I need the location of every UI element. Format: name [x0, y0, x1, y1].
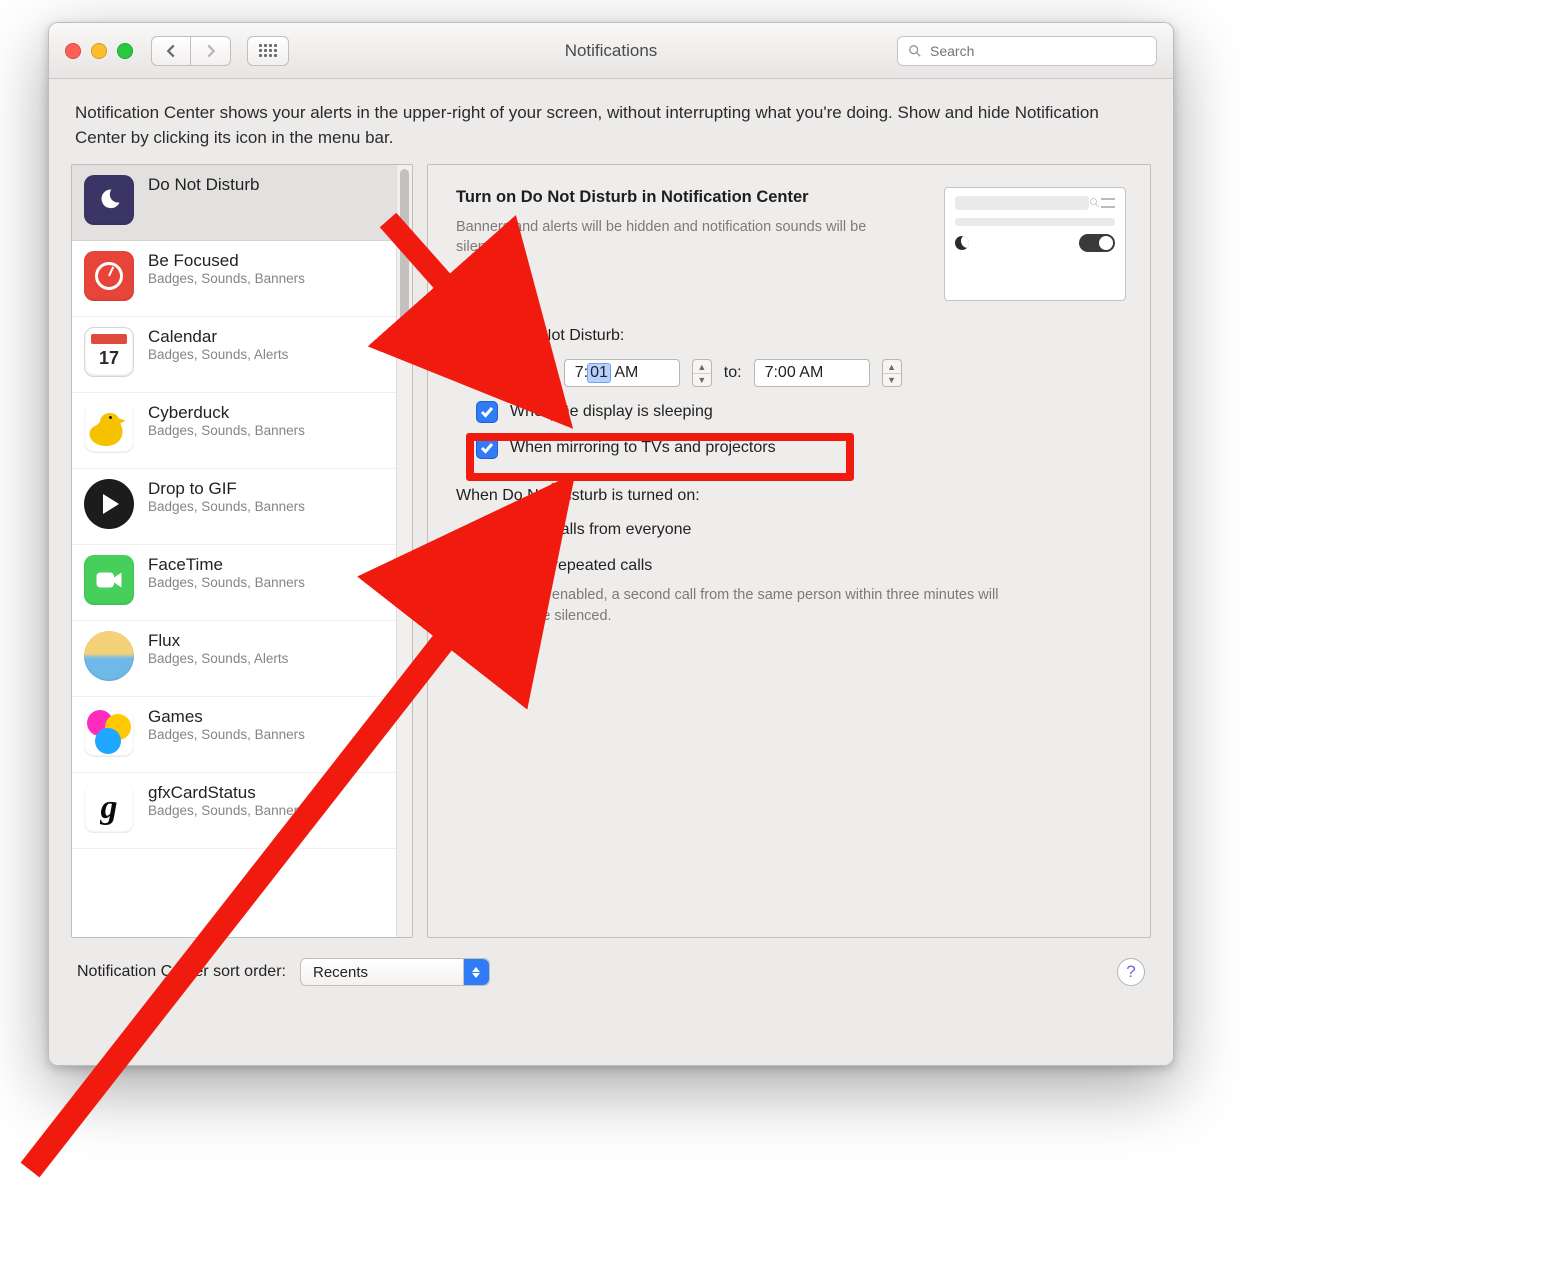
close-window-button[interactable]	[65, 43, 81, 59]
app-name: Calendar	[148, 327, 288, 347]
app-list[interactable]: Do Not DisturbBe FocusedBadges, Sounds, …	[71, 164, 413, 938]
check-icon	[480, 441, 494, 455]
zoom-window-button[interactable]	[117, 43, 133, 59]
chevrons-up-down-icon	[463, 959, 489, 985]
mirroring-row: When mirroring to TVs and projectors	[456, 437, 1126, 459]
app-name: Flux	[148, 631, 288, 651]
sort-order-label: Notification Center sort order:	[77, 963, 286, 981]
detail-heading: Turn on Do Not Disturb in Notification C…	[456, 187, 926, 208]
app-sub: Badges, Sounds, Banners	[148, 271, 305, 286]
to-time-stepper[interactable]: ▲▼	[882, 359, 902, 387]
app-name: Do Not Disturb	[148, 175, 259, 195]
facetime-icon	[84, 555, 134, 605]
app-list-item[interactable]: GamesBadges, Sounds, Banners	[72, 697, 396, 773]
moon-icon	[955, 236, 969, 250]
sleeping-checkbox[interactable]	[476, 401, 498, 423]
drop-icon	[84, 479, 134, 529]
list-icon	[1101, 198, 1115, 208]
g-icon: g	[84, 783, 134, 833]
flux-icon	[84, 631, 134, 681]
turn-on-label: Turn on Do Not Disturb:	[456, 327, 1126, 345]
app-name: FaceTime	[148, 555, 305, 575]
search-icon	[1089, 197, 1101, 209]
show-all-prefpanes-button[interactable]	[247, 36, 289, 66]
mirroring-label: When mirroring to TVs and projectors	[510, 439, 776, 457]
intro-text: Notification Center shows your alerts in…	[71, 95, 1151, 164]
check-icon	[480, 405, 494, 419]
titlebar: Notifications	[49, 23, 1173, 79]
app-name: Be Focused	[148, 251, 305, 271]
forward-button[interactable]	[191, 36, 231, 66]
grid-icon	[259, 44, 277, 57]
sort-order-value: Recents	[313, 964, 368, 981]
search-field[interactable]	[897, 36, 1157, 66]
allow-everyone-row: Allow calls from everyone	[456, 519, 1126, 541]
allow-repeated-label: Allow repeated calls	[510, 557, 652, 575]
app-list-item[interactable]: g gfxCardStatusBadges, Sounds, Banners	[72, 773, 396, 849]
app-list-item[interactable]: Be FocusedBadges, Sounds, Banners	[72, 241, 396, 317]
duck-icon	[84, 403, 134, 453]
from-time-field[interactable]: 7:01 AM	[564, 359, 680, 387]
dnd-icon	[84, 175, 134, 225]
befocused-icon	[84, 251, 134, 301]
chevron-right-icon	[204, 44, 218, 58]
calendar-icon: 17	[84, 327, 134, 377]
back-button[interactable]	[151, 36, 191, 66]
allow-repeated-row: Allow repeated calls	[456, 555, 1126, 577]
app-sub: Badges, Sounds, Banners	[148, 499, 305, 514]
app-list-item[interactable]: 17 CalendarBadges, Sounds, Alerts	[72, 317, 396, 393]
repeated-note: When enabled, a second call from the sam…	[456, 585, 1016, 626]
help-button[interactable]: ?	[1117, 958, 1145, 986]
app-list-item[interactable]: Drop to GIFBadges, Sounds, Banners	[72, 469, 396, 545]
app-list-item[interactable]: CyberduckBadges, Sounds, Banners	[72, 393, 396, 469]
chevron-left-icon	[164, 44, 178, 58]
scrollbar-track[interactable]	[396, 165, 412, 937]
app-sub: Badges, Sounds, Alerts	[148, 347, 288, 362]
when-on-label: When Do Not Disturb is turned on:	[456, 487, 1126, 505]
allow-everyone-label: Allow calls from everyone	[510, 521, 691, 539]
to-time-field[interactable]: 7:00 AM	[754, 359, 870, 387]
app-name: gfxCardStatus	[148, 783, 305, 803]
to-label: to:	[724, 364, 742, 382]
app-list-item[interactable]: FluxBadges, Sounds, Alerts	[72, 621, 396, 697]
from-checkbox[interactable]	[476, 362, 498, 384]
notification-center-preview	[944, 187, 1126, 301]
app-sub: Badges, Sounds, Alerts	[148, 651, 288, 666]
app-name: Games	[148, 707, 305, 727]
detail-subheading: Banners and alerts will be hidden and no…	[456, 217, 926, 258]
allow-everyone-checkbox[interactable]	[476, 519, 498, 541]
scrollbar-thumb[interactable]	[400, 169, 409, 359]
search-input[interactable]	[930, 43, 1146, 59]
app-sub: Badges, Sounds, Banners	[148, 423, 305, 438]
app-list-item[interactable]: FaceTimeBadges, Sounds, Banners	[72, 545, 396, 621]
sleeping-row: When the display is sleeping	[456, 401, 1126, 423]
app-sub: Badges, Sounds, Banners	[148, 803, 305, 818]
app-sub: Badges, Sounds, Banners	[148, 727, 305, 742]
app-list-item[interactable]: Do Not Disturb	[72, 165, 396, 241]
check-icon	[480, 366, 494, 380]
sleeping-label: When the display is sleeping	[510, 403, 713, 421]
prefs-window: Notifications Notification Center shows …	[48, 22, 1174, 1066]
search-icon	[908, 44, 922, 58]
from-row: From: 7:01 AM ▲▼ to: 7:00 AM ▲▼	[456, 359, 1126, 387]
minimize-window-button[interactable]	[91, 43, 107, 59]
detail-panel: Turn on Do Not Disturb in Notification C…	[427, 164, 1151, 938]
app-name: Cyberduck	[148, 403, 305, 423]
mirroring-checkbox[interactable]	[476, 437, 498, 459]
allow-repeated-checkbox[interactable]	[476, 555, 498, 577]
from-time-stepper[interactable]: ▲▼	[692, 359, 712, 387]
switch-icon	[1079, 234, 1115, 252]
app-name: Drop to GIF	[148, 479, 305, 499]
sort-order-select[interactable]: Recents	[300, 958, 490, 986]
from-label: From:	[510, 364, 552, 382]
app-sub: Badges, Sounds, Banners	[148, 575, 305, 590]
games-icon	[84, 707, 134, 757]
